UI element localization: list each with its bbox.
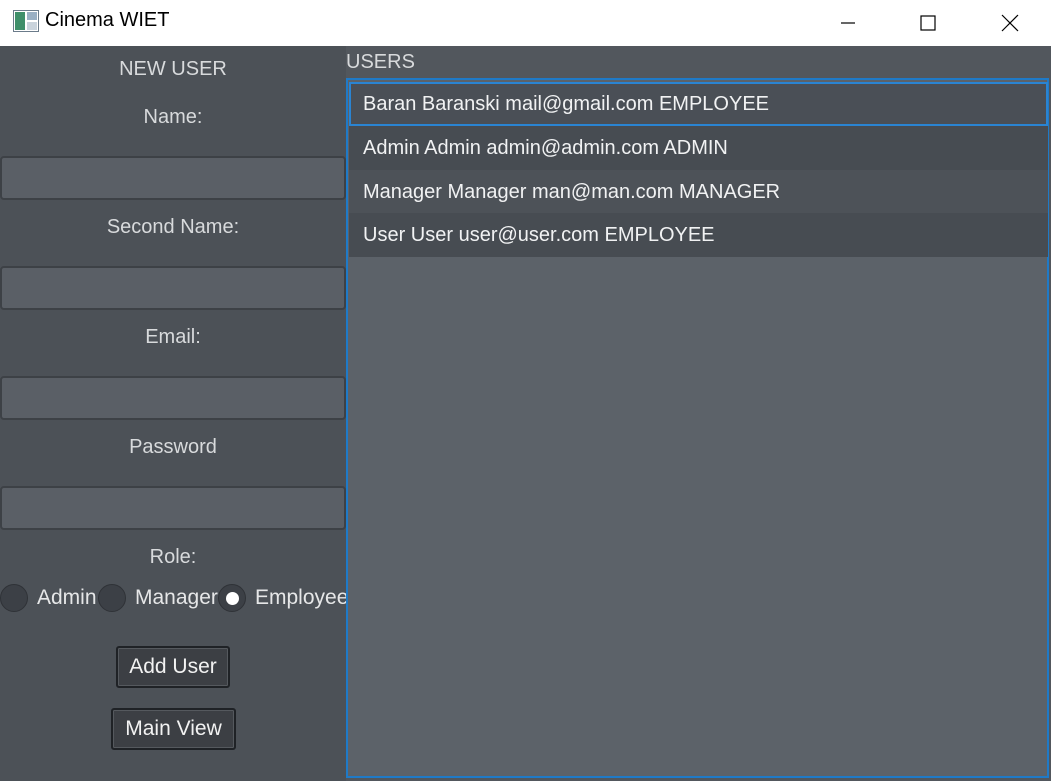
password-field[interactable] [0, 486, 346, 530]
add-user-button[interactable]: Add User [116, 646, 230, 688]
role-label: Role: [149, 546, 197, 568]
role-manager-label: Manager [135, 586, 218, 609]
window-title: Cinema WIET [45, 9, 170, 31]
role-manager-radio[interactable]: Manager [98, 583, 218, 613]
password-label: Password [129, 436, 217, 458]
minimize-icon [841, 22, 855, 24]
users-panel: USERS Baran Baranski mail@gmail.com EMPL… [346, 46, 1051, 781]
second-name-label: Second Name: [106, 216, 240, 238]
email-field[interactable] [0, 376, 346, 420]
close-icon [1001, 14, 1019, 32]
users-heading: USERS [346, 51, 415, 73]
user-list-item[interactable]: Admin Admin admin@admin.com ADMIN [349, 126, 1048, 170]
title-bar: Cinema WIET [0, 0, 1051, 46]
role-employee-label: Employee [255, 586, 349, 609]
radio-indicator-selected [218, 584, 246, 612]
minimize-button[interactable] [808, 0, 888, 46]
app-icon [13, 10, 39, 32]
user-list-item-selected[interactable]: Baran Baranski mail@gmail.com EMPLOYEE [349, 82, 1048, 126]
maximize-button[interactable] [888, 0, 968, 46]
close-button[interactable] [970, 0, 1050, 46]
user-list-item[interactable]: User User user@user.com EMPLOYEE [349, 213, 1048, 257]
new-user-heading: NEW USER [119, 58, 227, 80]
role-admin-label: Admin [37, 586, 97, 609]
new-user-panel: NEW USER Name: Second Name: Email: Passw… [0, 46, 348, 781]
users-list[interactable]: Baran Baranski mail@gmail.com EMPLOYEE A… [346, 78, 1049, 778]
maximize-icon [920, 15, 936, 31]
role-radio-group: Admin Manager Employee [0, 583, 348, 615]
name-field[interactable] [0, 156, 346, 200]
second-name-field[interactable] [0, 266, 346, 310]
user-list-item[interactable]: Manager Manager man@man.com MANAGER [349, 170, 1048, 214]
email-label: Email: [145, 326, 201, 348]
radio-indicator [98, 584, 126, 612]
radio-indicator [0, 584, 28, 612]
role-admin-radio[interactable]: Admin [0, 583, 97, 613]
main-view-button[interactable]: Main View [111, 708, 236, 750]
role-employee-radio[interactable]: Employee [218, 583, 348, 613]
name-label: Name: [143, 106, 203, 128]
